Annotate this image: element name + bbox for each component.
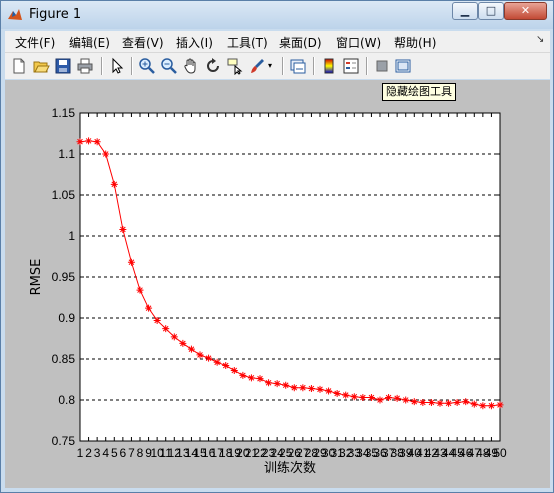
x-tick-label: 4 — [102, 446, 109, 460]
x-tick-label: 6 — [120, 446, 127, 460]
dock-arrow-icon[interactable]: ↘ — [536, 34, 544, 45]
figure-toolbar: ▾ — [5, 53, 550, 79]
close-button[interactable]: ✕ — [504, 2, 547, 20]
menu-insert[interactable]: 插入(I) — [176, 34, 213, 51]
data-point-marker — [110, 180, 118, 188]
y-tick-label: 0.75 — [52, 434, 76, 448]
data-point-marker — [119, 225, 127, 233]
zoom-in-icon[interactable] — [138, 57, 156, 75]
maximize-button[interactable]: □ — [478, 2, 504, 20]
toolbar-separator — [366, 57, 368, 75]
print-icon[interactable] — [76, 57, 94, 75]
menu-tools[interactable]: 工具(T) — [227, 34, 268, 51]
data-point-marker — [85, 137, 93, 145]
maximize-icon: □ — [485, 4, 497, 17]
hide-plot-tools-icon[interactable] — [373, 57, 391, 75]
x-axis-label: 训练次数 — [264, 460, 316, 476]
tooltip-hide-plot-tools: 隐藏绘图工具 — [382, 83, 456, 101]
data-point-marker — [102, 150, 110, 158]
matlab-logo-icon — [8, 9, 22, 20]
window-title: Figure 1 — [29, 7, 82, 22]
y-tick-label: 1.05 — [52, 188, 76, 202]
x-tick-label: 50 — [493, 446, 507, 460]
y-tick-label: 0.9 — [58, 311, 75, 325]
y-tick-label: 0.8 — [58, 393, 75, 407]
x-tick-label: 8 — [137, 446, 144, 460]
data-cursor-icon[interactable] — [226, 57, 244, 75]
data-point-marker — [376, 396, 384, 404]
insert-colorbar-icon[interactable] — [320, 57, 338, 75]
menu-help[interactable]: 帮助(H) — [394, 34, 436, 51]
toolbar-separator — [101, 57, 103, 75]
menu-bar: 文件(F) 编辑(E) 查看(V) 插入(I) 工具(T) 桌面(D) 窗口(W… — [5, 31, 550, 53]
toolbar-separator — [282, 57, 284, 75]
minimize-button[interactable]: ▁ — [452, 2, 478, 20]
y-tick-label: 1.15 — [52, 106, 76, 120]
rmse-line-chart[interactable]: 0.750.80.850.90.9511.051.11.151 2 3 4 5 6 7 8 91… — [5, 80, 550, 488]
rotate-3d-icon[interactable] — [204, 57, 222, 75]
new-figure-icon[interactable] — [10, 57, 28, 75]
pan-icon[interactable] — [182, 57, 200, 75]
zoom-out-icon[interactable] — [160, 57, 178, 75]
y-tick-label: 0.95 — [52, 270, 76, 284]
x-tick-label: 7 — [128, 446, 135, 460]
insert-legend-icon[interactable] — [342, 57, 360, 75]
title-bar[interactable]: Figure 1 ▁ □ ✕ — [1, 1, 553, 29]
y-tick-label: 1.1 — [58, 147, 75, 161]
brush-dropdown-icon[interactable]: ▾ — [268, 57, 276, 75]
open-file-icon[interactable] — [32, 57, 50, 75]
link-plot-icon[interactable] — [289, 57, 307, 75]
save-icon[interactable] — [54, 57, 72, 75]
pointer-icon[interactable] — [108, 57, 126, 75]
toolbar-separator — [313, 57, 315, 75]
x-tick-label: 1 — [77, 446, 84, 460]
menu-file[interactable]: 文件(F) — [15, 34, 55, 51]
y-tick-label: 0.85 — [52, 352, 76, 366]
minimize-icon: ▁ — [460, 4, 470, 17]
menu-desktop[interactable]: 桌面(D) — [279, 34, 322, 51]
menu-edit[interactable]: 编辑(E) — [69, 34, 110, 51]
x-tick-label: 5 — [111, 446, 118, 460]
figure-window: Figure 1 ▁ □ ✕ 文件(F) 编辑(E) 查看(V) 插入(I) 工… — [0, 0, 554, 493]
x-tick-label: 2 — [85, 446, 92, 460]
show-plot-tools-icon[interactable] — [394, 57, 412, 75]
y-axis-label: RMSE — [29, 259, 44, 296]
menu-window[interactable]: 窗口(W) — [336, 34, 381, 51]
figure-canvas[interactable]: 0.75 0.8 0.85 0.9 0.95 1 1.05 1.1 1.15 1 2 3 4 5 6 7 8 9 1… — [5, 80, 550, 488]
brush-icon[interactable] — [248, 57, 266, 75]
menu-view[interactable]: 查看(V) — [122, 34, 164, 51]
data-point-marker — [222, 362, 230, 370]
close-icon: ✕ — [520, 4, 531, 17]
y-tick-label: 1 — [68, 229, 75, 243]
data-point-marker — [436, 399, 444, 407]
data-point-marker — [213, 358, 221, 366]
toolbar-separator — [131, 57, 133, 75]
data-point-marker — [93, 138, 101, 146]
data-point-marker — [76, 138, 84, 146]
x-tick-label: 3 — [94, 446, 101, 460]
